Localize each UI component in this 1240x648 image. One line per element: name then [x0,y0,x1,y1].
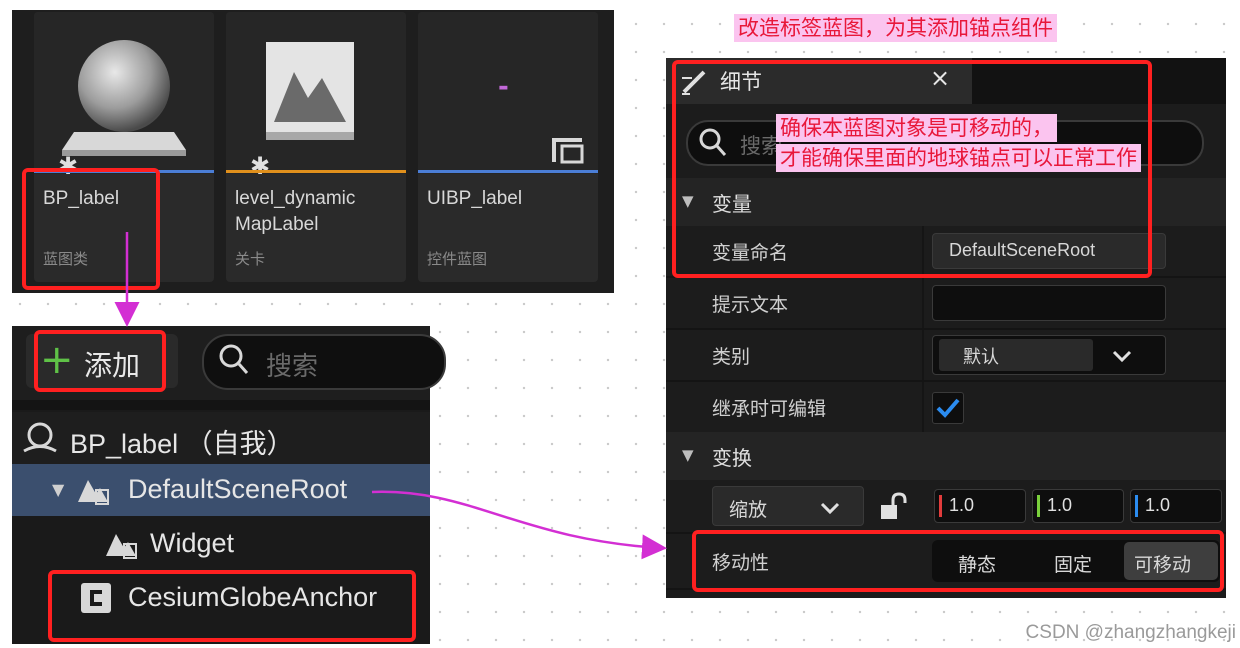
scale-z-field[interactable]: 1.0 [1130,489,1222,523]
watermark: CSDN @zhangzhangkeji [1025,622,1236,643]
scale-x-field[interactable]: 1.0 [934,489,1026,523]
property-label: 继承时可编辑 [712,398,827,420]
property-label: 类别 [712,346,751,368]
axis-x-stripe [939,495,942,517]
widget-thumb-dash: - [498,72,509,102]
row-editable-on-inherit: 继承时可编辑 [666,382,1226,434]
components-search-input[interactable]: 搜索 [202,334,446,390]
highlight-box-details-header [672,60,1152,278]
scale-label: 缩放 [729,499,768,521]
component-label: Widget [150,528,235,558]
axis-y-stripe [1037,495,1040,517]
mountain-icon [266,42,354,140]
actor-icon [23,422,57,453]
component-row-defaultsceneroot[interactable]: ▼ DefaultSceneRoot [12,464,430,516]
component-row-self[interactable]: BP_label （自我） [12,412,430,464]
divider [12,400,430,410]
asset-tile-uibp-label[interactable]: - UIBP_label 控件蓝图 [418,12,598,282]
column-divider [922,278,924,328]
category-text-area[interactable]: 默认 [939,339,1093,371]
collapse-triangle-icon: ▼ [682,446,694,464]
scene-component-icon [106,534,137,559]
tooltip-input[interactable] [932,285,1166,321]
sphere-icon [62,40,186,156]
asset-type-bar [226,170,406,173]
scale-y-field[interactable]: 1.0 [1032,489,1124,523]
scale-z-value: 1.0 [1145,495,1171,515]
chevron-down-icon [820,502,840,515]
search-placeholder: 搜索 [266,352,319,382]
component-label: DefaultSceneRoot [128,474,348,504]
asset-thumbnail: - [418,12,598,174]
asset-thumbnail [34,12,214,174]
asset-name-line2: MapLabel [235,214,319,235]
highlight-box-mobility [692,530,1224,592]
asset-name-line1: level_dynamic [235,188,356,209]
asset-name: UIBP_label [427,188,523,209]
column-divider [922,330,924,380]
unlock-icon[interactable] [878,492,908,522]
highlight-box-cesium-anchor [48,570,416,642]
scale-x-value: 1.0 [949,495,975,515]
asset-thumbnail [226,12,406,174]
scale-y-value: 1.0 [1047,495,1073,515]
axis-z-stripe [1135,495,1138,517]
asset-type-bar [418,170,598,173]
widget-blueprint-icon [552,138,584,164]
column-divider [922,382,924,432]
row-tooltip: 提示文本 [666,278,1226,330]
component-label: BP_label （自我） [70,429,294,459]
property-label: 提示文本 [712,294,789,316]
asset-type: 关卡 [235,250,266,268]
chevron-down-icon[interactable] [1111,349,1133,365]
search-icon [218,342,250,384]
scale-dropdown[interactable]: 缩放 [712,486,864,526]
row-category: 类别 默认 [666,330,1226,382]
component-row-widget[interactable]: Widget [12,518,430,570]
section-title: 变换 [712,446,752,470]
category-combobox[interactable]: 默认 [932,335,1166,375]
asset-tile-level[interactable]: ✱ level_dynamic MapLabel 关卡 [226,12,406,282]
asset-name: level_dynamic MapLabel [235,186,355,238]
editable-checkbox[interactable] [932,392,964,424]
highlight-box-add-button [34,330,166,392]
expand-triangle-icon[interactable]: ▼ [52,480,64,499]
section-transform[interactable]: ▼ 变换 [666,432,1226,480]
asset-type: 控件蓝图 [427,250,488,268]
scene-component-icon [78,480,109,505]
row-scale: 缩放 1.0 1.0 1.0 [666,480,1226,534]
checkmark-icon [936,398,960,418]
modified-star-icon: ✱ [250,152,271,180]
highlight-box-bp-label [22,168,160,290]
category-value: 默认 [963,347,999,368]
annotation-title: 改造标签蓝图，为其添加锚点组件 [734,14,1057,42]
